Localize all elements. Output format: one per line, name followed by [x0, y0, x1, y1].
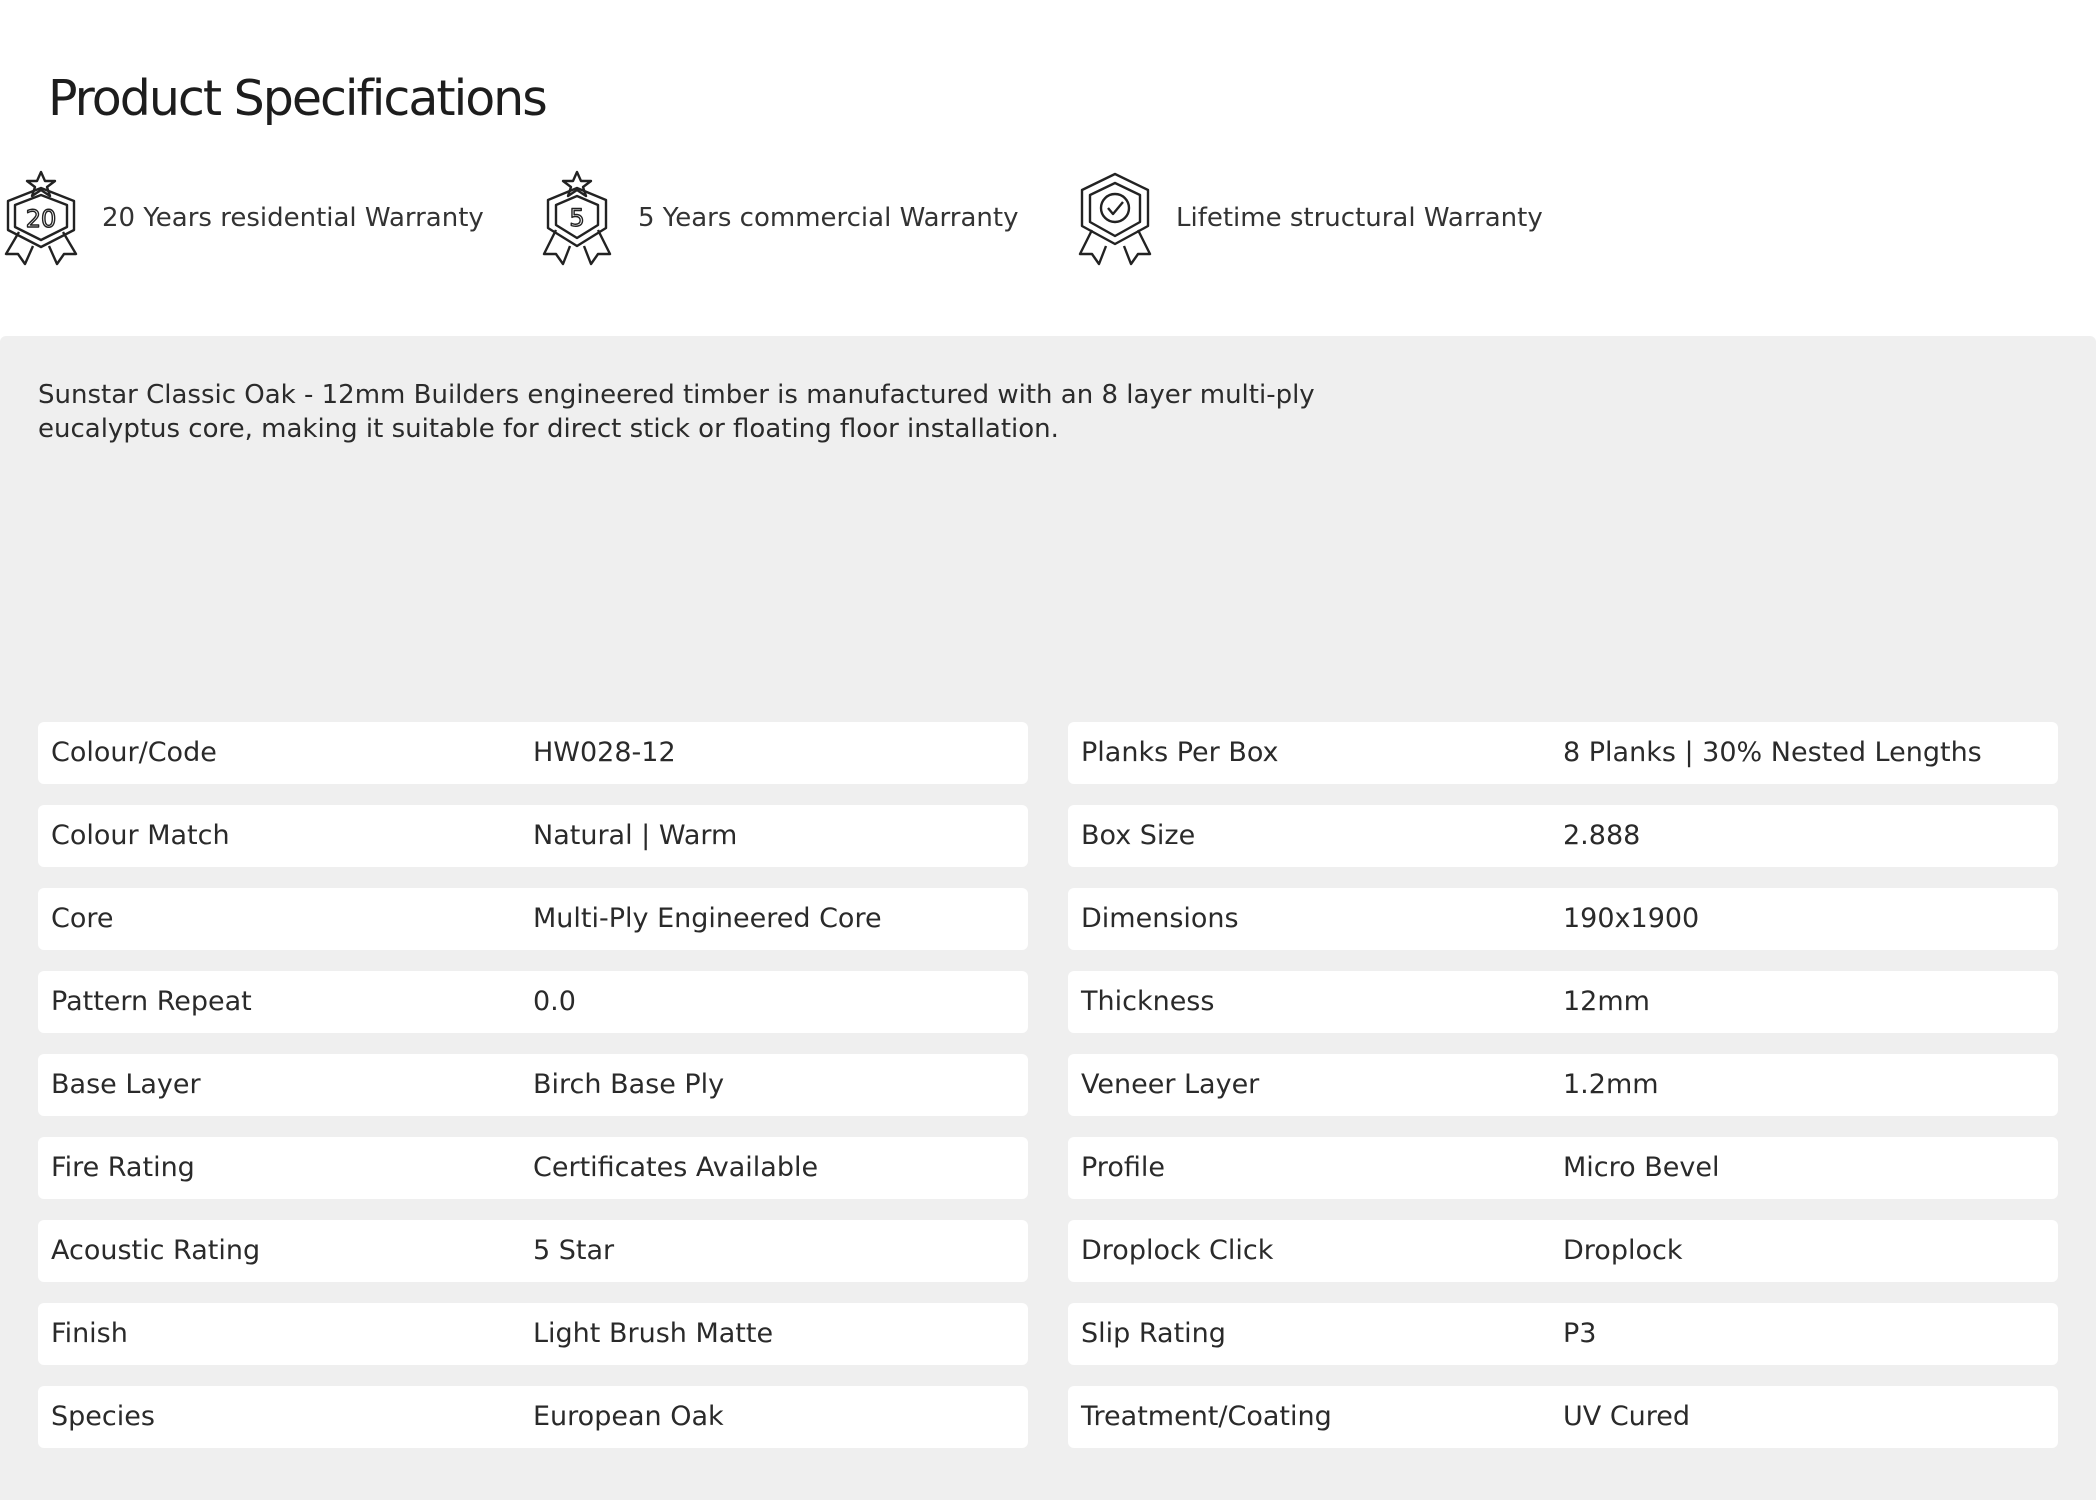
spec-label: Treatment/Coating — [1081, 1401, 1332, 1432]
spec-label: Colour Match — [51, 820, 230, 851]
spec-label: Base Layer — [51, 1069, 201, 1100]
spec-row: Core Multi-Ply Engineered Core — [38, 888, 1028, 950]
spec-value: 1.2mm — [1563, 1069, 1659, 1100]
spec-value: 12mm — [1563, 986, 1650, 1017]
spec-row: Fire Rating Certificates Available — [38, 1137, 1028, 1199]
spec-label: Droplock Click — [1081, 1235, 1274, 1266]
spec-label: Acoustic Rating — [51, 1235, 261, 1266]
spec-label: Thickness — [1081, 986, 1215, 1017]
warranty-label: Lifetime structural Warranty — [1176, 203, 1543, 233]
page-title: Product Specifications — [48, 70, 548, 127]
spec-label: Box Size — [1081, 820, 1196, 851]
spec-row: Droplock Click Droplock — [1068, 1220, 2058, 1282]
spec-row: Finish Light Brush Matte — [38, 1303, 1028, 1365]
spec-value: P3 — [1563, 1318, 1597, 1349]
spec-label: Dimensions — [1081, 903, 1239, 934]
spec-value: Micro Bevel — [1563, 1152, 1720, 1183]
spec-row: Box Size 2.888 — [1068, 805, 2058, 867]
spec-value: 8 Planks | 30% Nested Lengths — [1563, 737, 1982, 768]
spec-label: Colour/Code — [51, 737, 217, 768]
spec-value: Light Brush Matte — [533, 1318, 774, 1349]
warranty-commercial: 5 5 Years commercial Warranty — [536, 168, 1018, 268]
badge-number: 5 — [569, 204, 584, 232]
spec-label: Profile — [1081, 1152, 1165, 1183]
warranty-label: 20 Years residential Warranty — [102, 203, 484, 233]
spec-label: Finish — [51, 1318, 128, 1349]
spec-row: Planks Per Box 8 Planks | 30% Nested Leng… — [1068, 722, 2058, 784]
badge-number: 20 — [26, 205, 57, 233]
spec-row: Dimensions 190x1900 — [1068, 888, 2058, 950]
spec-row: Species European Oak — [38, 1386, 1028, 1448]
spec-value: Certificates Available — [533, 1152, 819, 1183]
spec-row: Pattern Repeat 0.0 — [38, 971, 1028, 1033]
spec-value: Natural | Warm — [533, 820, 738, 851]
spec-row: Treatment/Coating UV Cured — [1068, 1386, 2058, 1448]
spec-label: Slip Rating — [1081, 1318, 1226, 1349]
ribbon-badge-20-icon: 20 — [4, 170, 78, 266]
spec-label: Pattern Repeat — [51, 986, 252, 1017]
spec-row: Colour Match Natural | Warm — [38, 805, 1028, 867]
product-description: Sunstar Classic Oak - 12mm Builders engi… — [38, 380, 1315, 444]
spec-value: Birch Base Ply — [533, 1069, 725, 1100]
spec-column-left: Colour/Code HW028-12 Colour Match Natural … — [38, 722, 1028, 1469]
spec-row: Acoustic Rating 5 Star — [38, 1220, 1028, 1282]
spec-value: 0.0 — [533, 986, 576, 1017]
spec-row: Colour/Code HW028-12 — [38, 722, 1028, 784]
spec-value: Droplock — [1563, 1235, 1683, 1266]
spec-value: UV Cured — [1563, 1401, 1691, 1432]
warranty-label: 5 Years commercial Warranty — [638, 203, 1019, 233]
spec-value: 2.888 — [1563, 820, 1641, 851]
warranty-structural: Lifetime structural Warranty — [1074, 168, 1543, 268]
warranty-list: 20 20 Years residential Warranty 5 5 Yea… — [0, 168, 1700, 268]
spec-row: Veneer Layer 1.2mm — [1068, 1054, 2058, 1116]
spec-value: HW028-12 — [533, 737, 676, 768]
spec-label: Core — [51, 903, 114, 934]
ribbon-badge-5-icon: 5 — [542, 170, 612, 266]
warranty-residential: 20 20 Years residential Warranty — [0, 168, 484, 268]
spec-row: Base Layer Birch Base Ply — [38, 1054, 1028, 1116]
spec-value: Multi-Ply Engineered Core — [533, 903, 882, 934]
spec-row: Slip Rating P3 — [1068, 1303, 2058, 1365]
spec-label: Species — [51, 1401, 155, 1432]
specifications-panel: Sunstar Classic Oak - 12mm Builders engi… — [0, 336, 2096, 1500]
spec-value: 190x1900 — [1563, 903, 1700, 934]
spec-row: Profile Micro Bevel — [1068, 1137, 2058, 1199]
spec-label: Veneer Layer — [1081, 1069, 1260, 1100]
spec-row: Thickness 12mm — [1068, 971, 2058, 1033]
spec-value: 5 Star — [533, 1235, 615, 1266]
shield-check-badge-icon — [1078, 172, 1152, 266]
spec-column-right: Planks Per Box 8 Planks | 30% Nested Leng… — [1068, 722, 2058, 1469]
spec-value: European Oak — [533, 1401, 724, 1432]
spec-label: Fire Rating — [51, 1152, 195, 1183]
spec-label: Planks Per Box — [1081, 737, 1279, 768]
